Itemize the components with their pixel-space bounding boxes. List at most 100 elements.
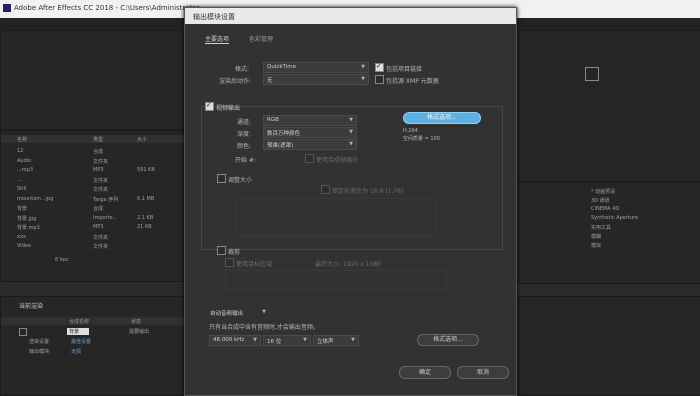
effects-category-item[interactable]: 模糊 bbox=[519, 232, 700, 240]
video-output-checkbox[interactable] bbox=[205, 101, 214, 111]
use-comp-frame-checkbox[interactable] bbox=[305, 154, 314, 163]
project-row[interactable]: xxx 文件夹 bbox=[1, 233, 184, 241]
dialog-title: 输出模块设置 bbox=[193, 13, 235, 21]
include-project-link-label: 包括项目链接 bbox=[386, 66, 423, 73]
color-swatch[interactable] bbox=[585, 67, 599, 81]
project-row[interactable]: 背景 合成 bbox=[1, 204, 184, 212]
project-row-name: Still bbox=[17, 186, 27, 192]
color-value: 预乘(遮罩) bbox=[267, 143, 294, 149]
effects-category-item[interactable]: 3D 通道 bbox=[519, 196, 700, 204]
channels-select[interactable]: RGB ▼ bbox=[263, 115, 357, 126]
timeline-right-area bbox=[518, 296, 700, 396]
project-row-name: Audio bbox=[17, 157, 32, 164]
col-name[interactable]: 名称 bbox=[17, 136, 27, 143]
channel-mode-select[interactable]: 立体声 ▼ bbox=[313, 335, 359, 346]
project-row[interactable]: mountain...jpg Targa 序列 6.1 MB bbox=[1, 195, 184, 203]
cancel-button[interactable]: 取消 bbox=[457, 366, 509, 379]
format-select[interactable]: QuickTime ▼ bbox=[263, 62, 369, 73]
project-row[interactable]: ... 文件夹 bbox=[1, 176, 184, 184]
quality-label: 空间质量 = 100 bbox=[403, 136, 440, 142]
render-item-name[interactable]: 背景 bbox=[67, 328, 90, 335]
audio-output-select[interactable]: 自动音频输出 ▼ bbox=[207, 308, 269, 317]
project-row[interactable]: Still 文件夹 bbox=[1, 185, 184, 193]
codec-label: H.264 bbox=[403, 128, 418, 134]
resize-fields-disabled bbox=[235, 198, 437, 236]
project-row-name: ... bbox=[17, 176, 22, 183]
lock-aspect-label: 锁定长宽比为 16:9 (1.78) bbox=[332, 188, 404, 195]
project-row-type: 文件夹 bbox=[93, 177, 109, 184]
effects-category-label: * 动画预设 bbox=[591, 189, 616, 195]
effects-category-item[interactable]: 实用工具 bbox=[519, 223, 700, 231]
crop-checkbox[interactable] bbox=[217, 246, 226, 255]
color-select[interactable]: 预乘(遮罩) ▼ bbox=[263, 139, 357, 150]
project-row[interactable]: 背景.jpg Importe... 2.1 KB bbox=[1, 214, 184, 222]
render-settings-label: 渲染设置: bbox=[29, 339, 51, 345]
project-row[interactable]: Audio 文件夹 bbox=[1, 157, 184, 165]
depth-value: 数百万种颜色 bbox=[267, 131, 301, 137]
project-row-name: 背景.jpg bbox=[17, 215, 37, 222]
project-row-size: 6.1 MB bbox=[137, 195, 155, 202]
col-size[interactable]: 大小 bbox=[137, 136, 147, 143]
render-queue-item[interactable]: 背景 需要输出 bbox=[1, 327, 184, 336]
effects-category-label: 实用工具 bbox=[591, 225, 612, 231]
project-panel: 名称 类型 大小 12 合成 Audio 文件夹 ...mp3 MP3 591 KB... 文… bbox=[0, 130, 185, 282]
project-row-name: 背景 bbox=[17, 206, 28, 212]
effects-category-label: Synthetic Aperture bbox=[591, 215, 639, 221]
audio-format-options-button[interactable]: 格式选项... bbox=[417, 334, 479, 346]
include-project-link-checkbox[interactable] bbox=[375, 62, 384, 72]
project-row[interactable]: ...mp3 MP3 591 KB bbox=[1, 166, 184, 174]
output-module-settings-dialog: 输出模块设置 主要选项 色彩管理 格式: QuickTime ▼ 包括项目链接 … bbox=[184, 7, 517, 396]
color-label: 颜色: bbox=[237, 143, 252, 150]
resize-checkbox[interactable] bbox=[217, 174, 226, 183]
depth-select[interactable]: 数百万种颜色 ▼ bbox=[263, 127, 357, 138]
format-label: 格式: bbox=[235, 66, 250, 73]
chevron-down-icon: ▼ bbox=[349, 129, 353, 135]
project-row-type: 文件夹 bbox=[93, 234, 109, 241]
video-output-label: 视频输出 bbox=[216, 105, 241, 112]
tab-main-options[interactable]: 主要选项 bbox=[205, 34, 230, 44]
sample-rate-select[interactable]: 48.000 kHz ▼ bbox=[209, 335, 261, 346]
app-title: Adobe After Effects CC 2018 - C:\Users\A… bbox=[14, 4, 200, 12]
project-row-size: 2.1 KB bbox=[137, 214, 154, 221]
crop-fields-disabled bbox=[225, 270, 447, 290]
output-module-link[interactable]: 无损 bbox=[71, 348, 81, 355]
crop-label: 裁剪 bbox=[228, 249, 241, 256]
bit-depth-select[interactable]: 16 位 ▼ bbox=[263, 335, 311, 346]
format-options-button[interactable]: 格式选项... bbox=[403, 112, 481, 124]
sample-rate-value: 48.000 kHz bbox=[213, 337, 245, 343]
effects-category-item[interactable]: 模拟 bbox=[519, 241, 700, 249]
effects-category-item[interactable]: CINEMA 4D bbox=[519, 205, 700, 213]
render-checkbox[interactable] bbox=[19, 328, 27, 336]
project-row[interactable]: 12 合成 bbox=[1, 147, 184, 155]
info-panel bbox=[518, 30, 700, 182]
post-render-select[interactable]: 无 ▼ bbox=[263, 74, 369, 85]
render-settings-link[interactable]: 最佳设置 bbox=[71, 338, 91, 345]
audio-note: 只有当合成中含有音频时,才会输出音频。 bbox=[209, 324, 319, 331]
include-xmp-checkbox[interactable] bbox=[375, 75, 384, 84]
col-type[interactable]: 类型 bbox=[93, 136, 103, 143]
effects-category-label: 3D 通道 bbox=[591, 198, 610, 204]
project-row-name: xxx bbox=[17, 233, 26, 240]
effects-category-item[interactable]: Synthetic Aperture bbox=[519, 214, 700, 222]
use-region-checkbox[interactable] bbox=[225, 258, 234, 267]
chevron-down-icon: ▼ bbox=[349, 141, 353, 147]
project-row[interactable]: 背景.mp3 MP3 21 KB bbox=[1, 223, 184, 231]
effects-category-item[interactable]: * 动画预设 bbox=[519, 187, 700, 195]
project-row-type: 合成 bbox=[93, 149, 104, 155]
ok-button[interactable]: 确定 bbox=[399, 366, 451, 379]
bpc-label[interactable]: 8 bpc bbox=[55, 257, 69, 263]
lock-aspect-checkbox[interactable] bbox=[321, 185, 330, 194]
project-header: 名称 类型 大小 bbox=[1, 135, 184, 143]
project-row-name: 背景.mp3 bbox=[17, 225, 40, 231]
project-row-name: 12 bbox=[17, 148, 24, 154]
project-row-name: mountain...jpg bbox=[17, 195, 54, 202]
project-row-name: Video bbox=[17, 243, 32, 249]
project-row[interactable]: Video 文件夹 bbox=[1, 242, 184, 250]
chevron-down-icon: ▼ bbox=[253, 337, 257, 343]
project-row-size: 591 KB bbox=[137, 167, 155, 173]
project-row-type: 文件夹 bbox=[93, 158, 109, 165]
tab-color-management[interactable]: 色彩管理 bbox=[249, 34, 273, 43]
col-status: 状态 bbox=[131, 319, 142, 325]
start-number-label: 开始 #: bbox=[235, 157, 256, 164]
project-row-size: 21 KB bbox=[137, 224, 152, 230]
